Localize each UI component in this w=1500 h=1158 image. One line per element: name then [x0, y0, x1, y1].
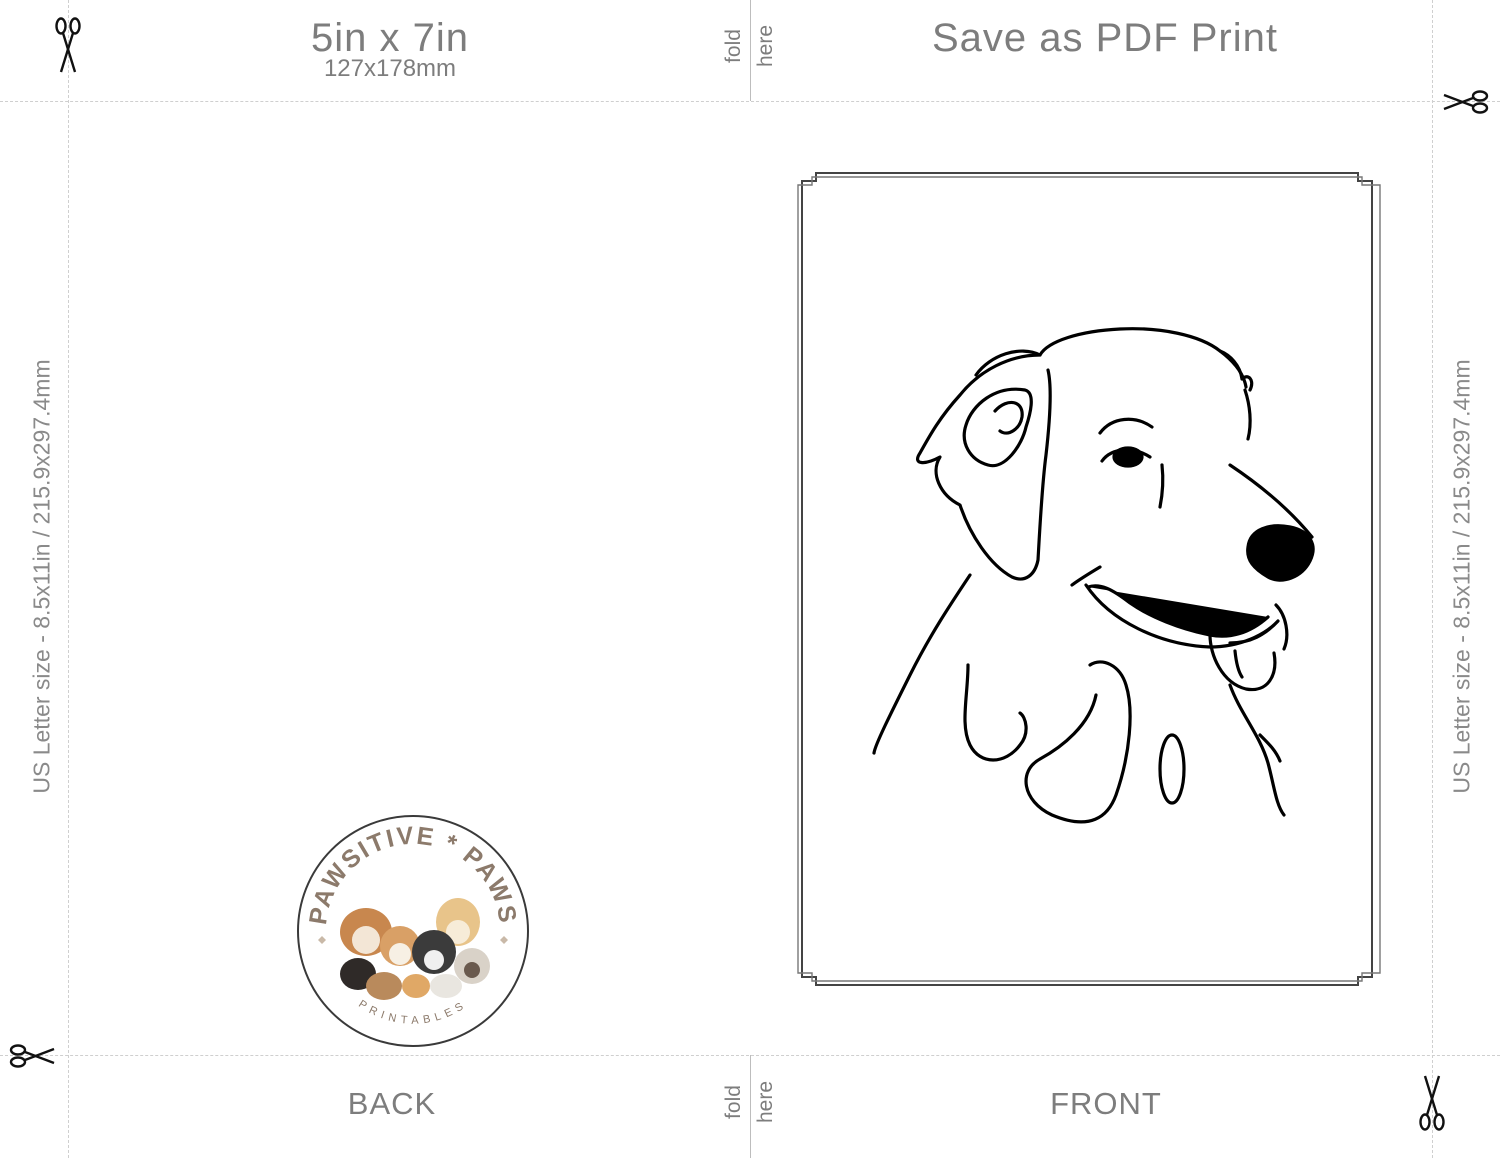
right-paper-size-label: US Letter size - 8.5x11in / 215.9x297.4m…	[1448, 359, 1475, 794]
top-fold-line	[750, 0, 751, 101]
bottom-fold-line	[750, 1055, 751, 1158]
front-panel-label: FRONT	[1050, 1086, 1162, 1121]
bottom-fold-word-2: here	[754, 1080, 777, 1124]
bottom-fold-word-1: fold	[722, 1085, 745, 1119]
scissors-icon	[55, 17, 81, 73]
left-cut-line	[68, 0, 69, 1158]
print-instruction: Save as PDF Print	[931, 16, 1278, 60]
brand-logo: PAWSITIVE * PAWS PRINTABLES	[297, 815, 529, 1047]
top-fold-word-2: here	[754, 24, 777, 68]
dog-line-art	[872, 327, 1315, 824]
card-size-metric: 127x178mm	[323, 55, 457, 82]
front-card-art	[797, 172, 1381, 986]
left-paper-size-label: US Letter size - 8.5x11in / 215.9x297.4m…	[28, 359, 55, 794]
scissors-icon	[1443, 90, 1489, 114]
back-panel-label: BACK	[347, 1086, 437, 1121]
scissors-icon	[1419, 1075, 1445, 1131]
top-fold-word-1: fold	[722, 29, 745, 63]
scissors-icon	[9, 1044, 55, 1068]
top-cut-line	[0, 101, 1500, 102]
right-cut-line	[1432, 0, 1433, 1158]
